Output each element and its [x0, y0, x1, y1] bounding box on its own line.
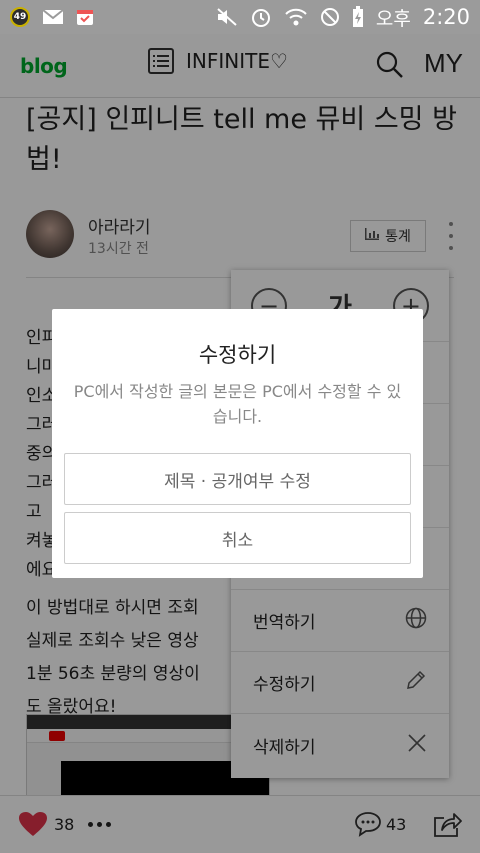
dialog-message: PC에서 작성한 글의 본문은 PC에서 수정할 수 있습니다. — [73, 382, 402, 426]
cancel-button[interactable]: 취소 — [64, 512, 411, 564]
alarm-icon — [250, 6, 272, 28]
status-bar: 49 오후 2:20 — [0, 0, 480, 34]
edit-title-visibility-button[interactable]: 제목 · 공개여부 수정 — [64, 453, 411, 505]
edit-dialog: 수정하기 PC에서 작성한 글의 본문은 PC에서 수정할 수 있습니다. 제목… — [52, 309, 423, 578]
dialog-title: 수정하기 — [198, 343, 277, 367]
status-ampm: 오후 — [375, 7, 411, 30]
no-signal-icon — [320, 7, 340, 27]
status-time: 2:20 — [422, 5, 470, 29]
battery-charging-icon — [352, 6, 364, 28]
calendar-icon — [76, 8, 94, 26]
mail-icon — [42, 9, 64, 25]
wifi-icon — [284, 7, 308, 27]
notification-badge: 49 — [10, 7, 30, 27]
mute-icon — [216, 7, 238, 27]
